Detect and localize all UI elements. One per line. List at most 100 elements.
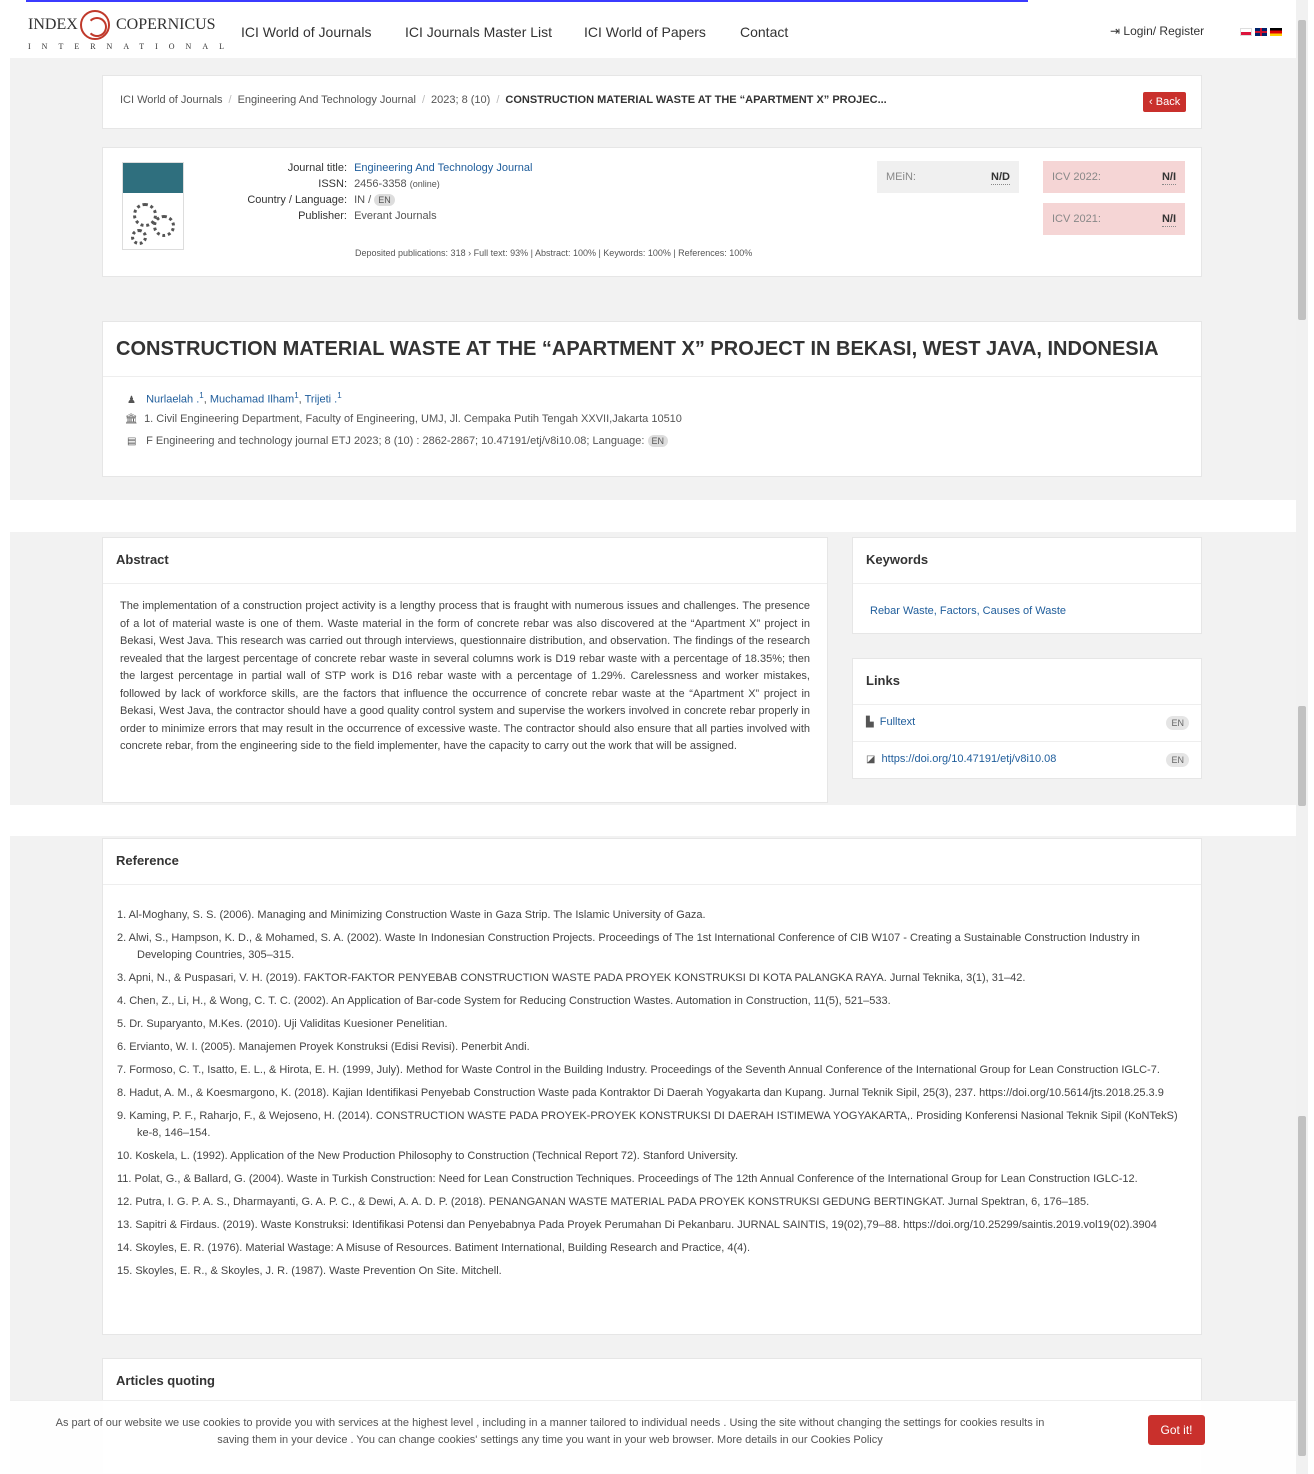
links-heading: Links — [866, 673, 900, 688]
back-label: Back — [1155, 96, 1181, 108]
breadcrumb-card: ICI World of Journals / Engineering And Te… — [102, 75, 1202, 129]
author-link[interactable]: Muchamad Ilham — [210, 394, 294, 406]
scrollbar-thumb[interactable] — [1298, 706, 1306, 806]
reference-item: 11. Polat, G., & Ballard, G. (2004). Was… — [117, 1173, 1138, 1185]
references-card: Reference 1. Al-Moghany, S. S. (2006). M… — [102, 838, 1202, 1335]
reference-item: 15. Skoyles, E. R., & Skoyles, J. R. (19… — [117, 1265, 502, 1277]
index-copernicus-logo[interactable]: INDEX COPERNICUS INTERNATIONAL — [28, 10, 228, 56]
breadcrumb-item[interactable]: 2023; 8 (10) — [431, 94, 490, 106]
doi-link[interactable]: https://doi.org/10.47191/etj/v8i10.08 — [882, 753, 1057, 765]
keywords-card: Keywords Rebar Waste, Factors, Causes of… — [852, 537, 1202, 634]
reference-item: 13. Sapitri & Firdaus. (2019). Waste Kon… — [117, 1219, 1157, 1231]
abstract-card: Abstract The implementation of a constru… — [102, 537, 828, 803]
scrollbar-thumb[interactable] — [1298, 1116, 1306, 1456]
article-header-band: ICI World of Journals / Engineering And Te… — [10, 58, 1296, 500]
polish-flag-icon[interactable] — [1240, 28, 1252, 36]
publisher-label: Publisher: — [298, 210, 347, 222]
country-label: Country / Language: — [247, 194, 347, 206]
doi-link-row[interactable]: ◪ https://doi.org/10.47191/etj/v8i10.08 — [866, 753, 1056, 765]
doi-language-pill: EN — [1166, 753, 1189, 767]
articles-quoting-heading: Articles quoting — [116, 1373, 215, 1388]
issn-row: ISSN: 2456-3358 (online) — [223, 178, 440, 190]
issn-value: 2456-3358 — [354, 178, 407, 190]
journal-title-row: Journal title: Engineering And Technolog… — [223, 162, 533, 174]
page-scrollbar[interactable] — [1296, 0, 1308, 1474]
german-flag-icon[interactable] — [1270, 28, 1282, 36]
icv-2022-metric: ICV 2022: N/I — [1043, 161, 1185, 193]
english-flag-icon[interactable] — [1255, 28, 1267, 36]
icv-2021-value[interactable]: N/I — [1161, 212, 1176, 227]
reference-item: 1. Al-Moghany, S. S. (2006). Managing an… — [117, 909, 706, 921]
citation-text: F Engineering and technology journal ETJ… — [146, 435, 645, 447]
nav-journals-master-list[interactable]: ICI Journals Master List — [405, 24, 552, 40]
fulltext-link-row[interactable]: ▙ Fulltext — [866, 716, 915, 728]
breadcrumb-item[interactable]: Engineering And Technology Journal — [238, 94, 416, 106]
sign-in-icon: ⇥ — [1110, 24, 1121, 38]
journal-title-link[interactable]: Engineering And Technology Journal — [354, 162, 532, 174]
globe-logo-icon — [80, 10, 110, 40]
login-register-link[interactable]: ⇥ Login/ Register — [1110, 24, 1204, 38]
affiliation-line: 🏛 1. Civil Engineering Department, Facul… — [125, 413, 682, 425]
abstract-text: The implementation of a construction pro… — [120, 600, 810, 752]
authors-line: ♟ Nurlaelah .1, Muchamad Ilham1, Trijeti… — [127, 391, 342, 406]
chevron-left-icon: ‹ — [1149, 96, 1153, 108]
mein-metric: MEiN: N/D — [877, 161, 1019, 193]
references-list: 1. Al-Moghany, S. S. (2006). Managing an… — [117, 907, 1187, 1286]
icv-2022-label: ICV 2022: — [1052, 171, 1101, 183]
fulltext-language-pill: EN — [1166, 716, 1189, 730]
document-icon: ▤ — [127, 436, 137, 447]
author-link[interactable]: Nurlaelah . — [146, 394, 199, 406]
logo-word-index: INDEX — [28, 16, 78, 33]
publisher-row: Publisher: Everant Journals — [223, 210, 437, 222]
breadcrumb-current: CONSTRUCTION MATERIAL WASTE AT THE “APAR… — [505, 94, 887, 106]
abstract-band: Abstract The implementation of a constru… — [10, 532, 1296, 805]
article-title: CONSTRUCTION MATERIAL WASTE AT THE “APAR… — [116, 338, 1159, 360]
nav-world-of-papers[interactable]: ICI World of Papers — [584, 24, 706, 40]
author-affiliation-number: 1 — [337, 391, 342, 400]
back-button[interactable]: ‹ Back — [1143, 92, 1187, 112]
login-label: Login/ Register — [1123, 24, 1205, 38]
journal-cover-image — [122, 162, 184, 250]
nav-contact[interactable]: Contact — [740, 24, 788, 40]
icv-2021-metric: ICV 2021: N/I — [1043, 203, 1185, 235]
author-link[interactable]: Trijeti . — [305, 394, 338, 406]
reference-item: 2. Alwi, S., Hampson, K. D., & Mohamed, … — [117, 932, 1140, 961]
references-band: Reference 1. Al-Moghany, S. S. (2006). M… — [10, 836, 1296, 1474]
got-it-button[interactable]: Got it! — [1148, 1415, 1205, 1445]
logo-subtitle: INTERNATIONAL — [28, 42, 235, 51]
divider — [103, 884, 1201, 885]
icv-2021-label: ICV 2021: — [1052, 213, 1101, 225]
issn-note: (online) — [409, 179, 440, 189]
mein-value[interactable]: N/D — [991, 170, 1010, 185]
icv-2022-value[interactable]: N/I — [1161, 170, 1176, 185]
abstract-heading: Abstract — [116, 552, 169, 567]
divider — [103, 583, 827, 584]
external-link-icon: ◪ — [866, 754, 876, 765]
fulltext-link[interactable]: Fulltext — [880, 716, 915, 728]
journal-info-card: Journal title: Engineering And Technolog… — [102, 147, 1202, 277]
divider — [103, 376, 1201, 377]
site-header: INDEX COPERNICUS INTERNATIONAL ICI World… — [10, 4, 1296, 58]
cookie-consent-bar: As part of our website we use cookies to… — [10, 1400, 1296, 1474]
reference-item: 4. Chen, Z., Li, H., & Wong, C. T. C. (2… — [117, 995, 891, 1007]
user-icon: ♟ — [127, 394, 136, 406]
reference-item: 14. Skoyles, E. R. (1976). Material Wast… — [117, 1242, 751, 1254]
country-row: Country / Language: IN / EN — [223, 194, 395, 206]
links-card: Links ▙ Fulltext EN ◪ https://doi.org/10… — [852, 658, 1202, 779]
reference-item: 10. Koskela, L. (1992). Application of t… — [117, 1150, 739, 1162]
reference-item: 9. Kaming, P. F., Raharjo, F., & Wejosen… — [117, 1110, 1178, 1139]
keywords-heading: Keywords — [866, 552, 929, 567]
divider — [853, 741, 1201, 742]
divider — [853, 583, 1201, 584]
reference-item: 3. Apni, N., & Puspasari, V. H. (2019). … — [117, 972, 1026, 984]
reference-item: 8. Hadut, A. M., & Koesmargono, K. (2018… — [117, 1087, 1164, 1099]
keywords-link[interactable]: Rebar Waste, Factors, Causes of Waste — [870, 605, 1066, 617]
references-heading: Reference — [116, 853, 179, 868]
nav-world-of-journals[interactable]: ICI World of Journals — [241, 24, 371, 40]
reference-item: 12. Putra, I. G. P. A. S., Dharmayanti, … — [117, 1196, 1090, 1208]
citation-line: ▤ F Engineering and technology journal E… — [127, 435, 669, 447]
reference-item: 6. Ervianto, W. I. (2005). Manajemen Pro… — [117, 1041, 530, 1053]
breadcrumb-item[interactable]: ICI World of Journals — [120, 94, 223, 106]
cookie-text: As part of our website we use cookies to… — [55, 1417, 1045, 1446]
scrollbar-thumb[interactable] — [1298, 20, 1306, 320]
